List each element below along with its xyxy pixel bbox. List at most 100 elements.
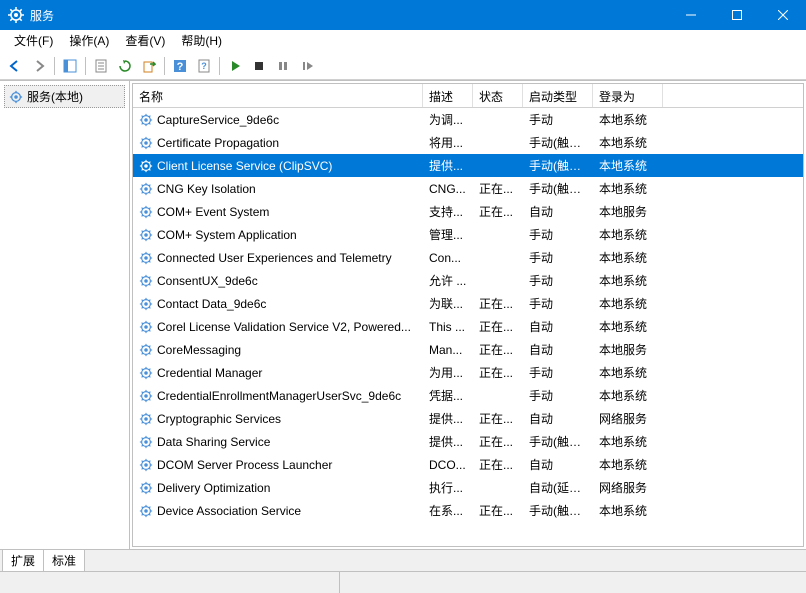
service-row[interactable]: COM+ Event System支持...正在...自动本地服务 — [133, 200, 803, 223]
main-panel: 名称 描述 状态 启动类型 登录为 CaptureService_9de6c为调… — [132, 83, 804, 547]
service-start: 手动(触发... — [523, 502, 593, 519]
service-start: 自动 — [523, 318, 593, 335]
service-row[interactable]: Connected User Experiences and Telemetry… — [133, 246, 803, 269]
restart-service-button[interactable] — [296, 55, 318, 77]
service-row[interactable]: CredentialEnrollmentManagerUserSvc_9de6c… — [133, 384, 803, 407]
list-header: 名称 描述 状态 启动类型 登录为 — [133, 84, 803, 108]
service-row[interactable]: DCOM Server Process LauncherDCO...正在...自… — [133, 453, 803, 476]
service-logon: 本地系统 — [593, 456, 663, 473]
start-service-button[interactable] — [224, 55, 246, 77]
service-row[interactable]: COM+ System Application管理...手动本地系统 — [133, 223, 803, 246]
service-desc: 支持... — [423, 203, 473, 220]
col-start[interactable]: 启动类型 — [523, 84, 593, 107]
service-row[interactable]: Device Association Service在系...正在...手动(触… — [133, 499, 803, 522]
service-status: 正在... — [473, 502, 523, 519]
service-name: Credential Manager — [157, 366, 262, 380]
back-button[interactable] — [4, 55, 26, 77]
service-start: 手动 — [523, 364, 593, 381]
gear-icon — [139, 297, 153, 311]
service-start: 手动(触发... — [523, 433, 593, 450]
service-logon: 本地系统 — [593, 180, 663, 197]
tree-root-services[interactable]: 服务(本地) — [4, 85, 125, 108]
export-button[interactable] — [138, 55, 160, 77]
gear-icon — [9, 90, 23, 104]
tab-standard[interactable]: 标准 — [43, 550, 85, 572]
service-row[interactable]: Contact Data_9de6c为联...正在...手动本地系统 — [133, 292, 803, 315]
gear-icon — [139, 458, 153, 472]
col-desc[interactable]: 描述 — [423, 84, 473, 107]
status-bar — [0, 571, 806, 593]
service-status: 正在... — [473, 295, 523, 312]
service-name: COM+ System Application — [157, 228, 297, 242]
service-status: 正在... — [473, 364, 523, 381]
service-name: Certificate Propagation — [157, 136, 279, 150]
minimize-button[interactable] — [668, 0, 714, 30]
service-row[interactable]: Corel License Validation Service V2, Pow… — [133, 315, 803, 338]
service-row[interactable]: Data Sharing Service提供...正在...手动(触发...本地… — [133, 430, 803, 453]
service-logon: 本地服务 — [593, 203, 663, 220]
service-start: 手动(触发... — [523, 134, 593, 151]
service-desc: 凭据... — [423, 387, 473, 404]
service-name: Delivery Optimization — [157, 481, 270, 495]
service-logon: 本地系统 — [593, 111, 663, 128]
service-start: 手动 — [523, 295, 593, 312]
menu-help[interactable]: 帮助(H) — [173, 30, 230, 51]
gear-icon — [139, 343, 153, 357]
service-start: 手动 — [523, 249, 593, 266]
gear-icon — [139, 136, 153, 150]
forward-button[interactable] — [28, 55, 50, 77]
service-name: CredentialEnrollmentManagerUserSvc_9de6c — [157, 389, 401, 403]
service-logon: 网络服务 — [593, 410, 663, 427]
menu-file[interactable]: 文件(F) — [6, 30, 61, 51]
window-title: 服务 — [30, 7, 668, 24]
service-start: 自动 — [523, 410, 593, 427]
col-logon[interactable]: 登录为 — [593, 84, 663, 107]
service-row[interactable]: CNG Key IsolationCNG...正在...手动(触发...本地系统 — [133, 177, 803, 200]
col-status[interactable]: 状态 — [473, 84, 523, 107]
service-logon: 本地系统 — [593, 387, 663, 404]
stop-service-button[interactable] — [248, 55, 270, 77]
menu-action[interactable]: 操作(A) — [61, 30, 117, 51]
col-name[interactable]: 名称 — [133, 84, 423, 107]
service-desc: 为调... — [423, 111, 473, 128]
service-name: Corel License Validation Service V2, Pow… — [157, 320, 411, 334]
service-status: 正在... — [473, 433, 523, 450]
service-desc: 提供... — [423, 157, 473, 174]
service-logon: 本地服务 — [593, 341, 663, 358]
service-row[interactable]: Cryptographic Services提供...正在...自动网络服务 — [133, 407, 803, 430]
service-row[interactable]: Client License Service (ClipSVC)提供...手动(… — [133, 154, 803, 177]
help-topic-button[interactable]: ? — [193, 55, 215, 77]
svg-text:?: ? — [177, 61, 184, 73]
properties-button[interactable] — [90, 55, 112, 77]
service-row[interactable]: Delivery Optimization执行...自动(延迟...网络服务 — [133, 476, 803, 499]
gear-icon — [139, 159, 153, 173]
service-name: Contact Data_9de6c — [157, 297, 266, 311]
service-desc: Man... — [423, 343, 473, 357]
service-start: 手动 — [523, 111, 593, 128]
close-button[interactable] — [760, 0, 806, 30]
gear-icon — [139, 228, 153, 242]
service-row[interactable]: Credential Manager为用...正在...手动本地系统 — [133, 361, 803, 384]
show-hide-tree-button[interactable] — [59, 55, 81, 77]
gear-icon — [139, 320, 153, 334]
help-button[interactable]: ? — [169, 55, 191, 77]
service-status: 正在... — [473, 456, 523, 473]
service-row[interactable]: Certificate Propagation将用...手动(触发...本地系统 — [133, 131, 803, 154]
service-logon: 本地系统 — [593, 134, 663, 151]
sidebar-tree[interactable]: 服务(本地) — [0, 81, 130, 549]
tab-extended[interactable]: 扩展 — [2, 550, 44, 572]
service-status: 正在... — [473, 318, 523, 335]
service-logon: 本地系统 — [593, 318, 663, 335]
service-row[interactable]: ConsentUX_9de6c允许 ...手动本地系统 — [133, 269, 803, 292]
refresh-button[interactable] — [114, 55, 136, 77]
service-row[interactable]: CoreMessagingMan...正在...自动本地服务 — [133, 338, 803, 361]
gear-icon — [139, 182, 153, 196]
gear-icon — [139, 435, 153, 449]
svg-text:?: ? — [201, 61, 207, 71]
pause-service-button[interactable] — [272, 55, 294, 77]
service-list[interactable]: CaptureService_9de6c为调...手动本地系统Certifica… — [133, 108, 803, 546]
service-name: Cryptographic Services — [157, 412, 281, 426]
service-row[interactable]: CaptureService_9de6c为调...手动本地系统 — [133, 108, 803, 131]
maximize-button[interactable] — [714, 0, 760, 30]
menu-view[interactable]: 查看(V) — [117, 30, 173, 51]
